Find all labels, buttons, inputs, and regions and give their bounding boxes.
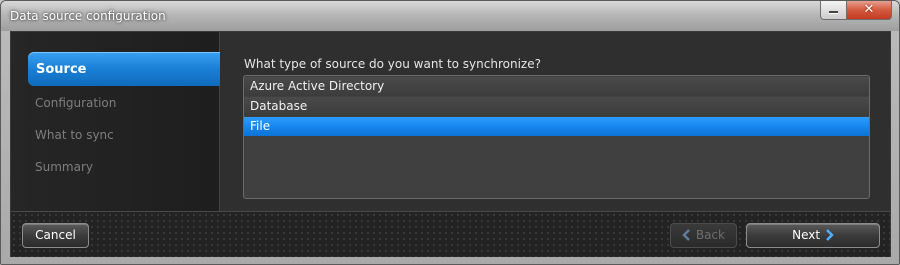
sidebar-item-configuration[interactable]: Configuration	[35, 96, 116, 110]
source-panel: What type of source do you want to synch…	[220, 32, 890, 211]
source-question-label: What type of source do you want to synch…	[244, 57, 541, 71]
minimize-icon	[829, 11, 838, 13]
sidebar-item-summary[interactable]: Summary	[35, 160, 93, 174]
caption-controls: ✕	[820, 1, 892, 21]
sidebar-item-label: Source	[36, 62, 87, 77]
next-button[interactable]: Next	[746, 223, 880, 248]
next-button-label: Next	[792, 228, 821, 242]
sidebar-item-source[interactable]: Source	[28, 52, 247, 86]
list-item-azure-active-directory[interactable]: Azure Active Directory	[244, 77, 869, 96]
close-icon: ✕	[863, 2, 875, 17]
wizard-steps-sidebar: Source Configuration What to sync Summar…	[11, 32, 247, 211]
dialog-footer: Cancel Back Next	[11, 211, 890, 257]
cancel-button[interactable]: Cancel	[22, 223, 89, 248]
back-button-label: Back	[695, 228, 725, 242]
source-type-list[interactable]: Azure Active Directory Database File	[243, 75, 870, 199]
chevron-right-icon	[826, 228, 834, 241]
title-bar[interactable]: Data source configuration ✕	[1, 1, 899, 31]
back-button[interactable]: Back	[670, 223, 737, 248]
dialog-client-area: Source Configuration What to sync Summar…	[10, 31, 891, 257]
list-item-file[interactable]: File	[244, 117, 869, 136]
dialog-window: Data source configuration ✕ Source Confi…	[0, 0, 900, 265]
list-item-database[interactable]: Database	[244, 97, 869, 116]
window-title: Data source configuration	[10, 9, 166, 23]
chevron-left-icon	[682, 228, 690, 241]
close-button[interactable]: ✕	[847, 1, 892, 20]
minimize-button[interactable]	[820, 1, 847, 20]
sidebar-item-what-to-sync[interactable]: What to sync	[35, 128, 114, 142]
